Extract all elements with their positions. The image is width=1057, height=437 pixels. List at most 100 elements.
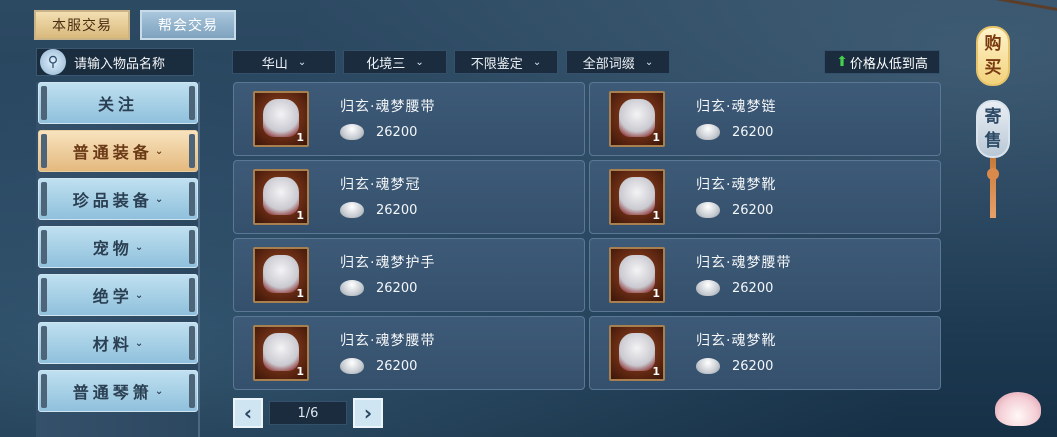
sidebar-item-6[interactable]: 普通琴箫 ⌄ [38,370,198,412]
silver-ingot-icon [696,124,720,140]
silver-ingot-icon [340,280,364,296]
item-quantity: 1 [296,365,304,378]
tab-guild-trade[interactable]: 帮会交易 [140,10,236,40]
chevron-down-icon: ⌄ [644,56,654,68]
sidebar-item-label: 关注 [97,95,138,114]
chevron-down-icon: ⌄ [134,241,144,253]
item-slot[interactable]: 1 [253,325,309,381]
sort-label: 价格从低到高 [849,56,928,72]
page-indicator: 1/6 [269,401,347,425]
item-price: 26200 [376,125,418,140]
scroll-cap-left [41,86,47,120]
item-price: 26200 [376,359,418,374]
buy-lantern-button[interactable]: 购 买 [976,26,1010,86]
sidebar-item-5[interactable]: 材料 ⌄ [38,322,198,364]
item-slot[interactable]: 1 [609,169,665,225]
next-page-button[interactable]: › [353,398,383,428]
affix-filter-label: 全部词缀 [582,56,635,72]
item-slot[interactable]: 1 [609,91,665,147]
category-sidebar[interactable]: 关注 普通装备 ⌄ 珍品装备 ⌄ 宠物 ⌄ 绝学 ⌄ 材料 ⌄ 普通琴箫 ⌄ [36,82,200,437]
buy-label-1: 购 [984,34,1002,54]
sort-up-arrow-icon: ⬆ [836,54,848,70]
item-name: 归玄·魂梦腰带 [340,333,436,349]
silver-ingot-icon [696,202,720,218]
realm-filter-dropdown[interactable]: 化境三 ⌄ [343,50,447,74]
boots-icon [619,333,655,371]
scroll-cap-right [189,374,195,408]
item-slot[interactable]: 1 [609,325,665,381]
item-price: 26200 [376,281,418,296]
scroll-cap-left [41,230,47,264]
item-card[interactable]: 1 归玄·魂梦腰带 26200 [233,316,585,390]
sect-filter-label: 华山 [261,56,288,72]
sell-label-1: 寄 [984,107,1002,127]
item-price: 26200 [376,203,418,218]
scroll-cap-left [41,182,47,216]
chevron-down-icon: ⌄ [134,289,144,301]
sell-lantern-button[interactable]: 寄 售 [976,100,1010,158]
item-card[interactable]: 1 归玄·魂梦护手 26200 [233,238,585,312]
gauntlet-icon [263,255,299,293]
sidebar-item-1[interactable]: 普通装备 ⌄ [38,130,198,172]
chevron-down-icon: ⌄ [134,337,144,349]
silver-ingot-icon [340,124,364,140]
identify-filter-dropdown[interactable]: 不限鉴定 ⌄ [454,50,558,74]
sidebar-item-4[interactable]: 绝学 ⌄ [38,274,198,316]
sect-filter-dropdown[interactable]: 华山 ⌄ [232,50,336,74]
item-card[interactable]: 1 归玄·魂梦腰带 26200 [589,238,941,312]
waist-belt-icon [263,99,299,137]
item-name: 归玄·魂梦链 [696,99,777,115]
item-name: 归玄·魂梦腰带 [696,255,792,271]
scroll-cap-right [189,230,195,264]
sidebar-item-2[interactable]: 珍品装备 ⌄ [38,178,198,220]
search-placeholder: 请输入物品名称 [74,56,166,72]
sidebar-item-label: 绝学 [92,287,133,306]
scroll-cap-left [41,326,47,360]
sort-by-price-button[interactable]: ⬆ 价格从低到高 [824,50,940,74]
item-slot[interactable]: 1 [253,91,309,147]
sidebar-item-label: 普通装备 [72,143,153,162]
scroll-cap-left [41,374,47,408]
sidebar-item-3[interactable]: 宠物 ⌄ [38,226,198,268]
item-price: 26200 [732,125,774,140]
buy-label-2: 买 [984,58,1002,78]
realm-filter-label: 化境三 [366,56,406,72]
scroll-cap-right [189,134,195,168]
item-price: 26200 [732,359,774,374]
item-slot[interactable]: 1 [253,169,309,225]
chevron-down-icon: ⌄ [415,56,424,68]
sidebar-item-0[interactable]: 关注 [38,82,198,124]
chevron-down-icon: ⌄ [154,385,164,397]
silver-ingot-icon [340,202,364,218]
search-input[interactable]: ⚲ 请输入物品名称 [36,48,194,76]
item-quantity: 1 [652,365,660,378]
necklace-icon [619,99,655,137]
lotus-decoration [995,392,1041,426]
prev-page-button[interactable]: ‹ [233,398,263,428]
item-quantity: 1 [296,131,304,144]
tassel-decoration [990,158,996,218]
item-card[interactable]: 1 归玄·魂梦靴 26200 [589,316,941,390]
scroll-cap-right [189,182,195,216]
waist-belt-icon [619,255,655,293]
affix-filter-dropdown[interactable]: 全部词缀 ⌄ [566,50,670,74]
item-slot[interactable]: 1 [253,247,309,303]
item-name: 归玄·魂梦腰带 [340,99,436,115]
search-icon[interactable]: ⚲ [40,49,66,75]
item-card[interactable]: 1 归玄·魂梦冠 26200 [233,160,585,234]
crown-icon [263,177,299,215]
sell-label-2: 售 [984,131,1002,151]
item-card[interactable]: 1 归玄·魂梦腰带 26200 [233,82,585,156]
item-price: 26200 [732,203,774,218]
silver-ingot-icon [696,280,720,296]
scroll-cap-right [189,326,195,360]
tab-server-trade[interactable]: 本服交易 [34,10,130,40]
item-quantity: 1 [296,287,304,300]
item-name: 归玄·魂梦护手 [340,255,436,271]
chevron-down-icon: ⌄ [297,56,307,68]
silver-ingot-icon [340,358,364,374]
item-price: 26200 [732,281,774,296]
item-card[interactable]: 1 归玄·魂梦靴 26200 [589,160,941,234]
item-card[interactable]: 1 归玄·魂梦链 26200 [589,82,941,156]
item-slot[interactable]: 1 [609,247,665,303]
